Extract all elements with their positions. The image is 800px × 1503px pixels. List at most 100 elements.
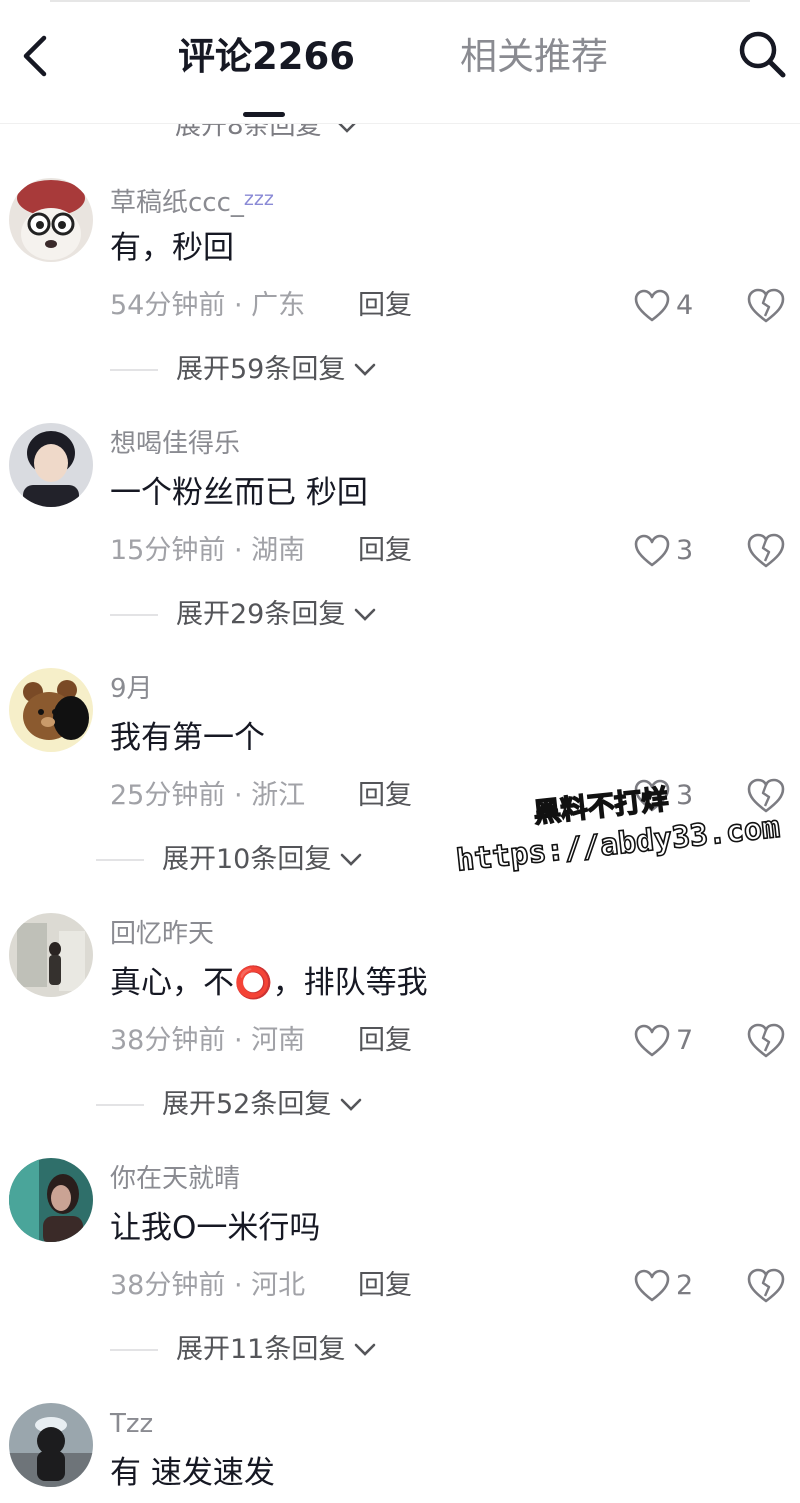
dislike-button[interactable] <box>746 776 786 816</box>
like-count: 3 <box>676 780 694 811</box>
like-button[interactable]: 3 <box>634 776 693 816</box>
dislike-button[interactable] <box>746 531 786 571</box>
like-button[interactable]: 3 <box>634 531 693 571</box>
meta-separator: · <box>233 290 252 321</box>
chevron-down-icon <box>341 853 362 866</box>
avatar[interactable] <box>9 668 93 752</box>
dislike-button[interactable] <box>746 1266 786 1306</box>
expand-replies-button[interactable]: 展开11条回复 <box>110 1330 377 1370</box>
dislike-button[interactable] <box>746 286 786 326</box>
expand-divider <box>110 1349 158 1351</box>
comment-location: 河南 <box>251 1025 306 1056</box>
expand-divider <box>110 369 158 371</box>
avatar[interactable] <box>9 913 93 997</box>
comment-meta: 38分钟前 · 河北 <box>110 1268 305 1304</box>
comment-text: 有 速发速发 <box>110 1455 275 1491</box>
expand-replies-label: 展开59条回复 <box>176 354 346 385</box>
avatar[interactable] <box>9 178 93 262</box>
like-button[interactable]: 4 <box>634 286 693 326</box>
expand-replies-label: 展开10条回复 <box>162 844 332 875</box>
comment-meta: 54分钟前 · 广东 <box>110 288 305 324</box>
search-icon <box>739 31 786 78</box>
comment-item: 9月 我有第一个 25分钟前 · 浙江 回复 3 展开10条回复 <box>0 668 800 913</box>
broken-heart-icon <box>747 1268 785 1303</box>
like-count: 7 <box>676 1025 694 1056</box>
like-count: 3 <box>676 535 694 566</box>
like-count: 4 <box>676 290 694 321</box>
back-button[interactable] <box>14 28 62 84</box>
heart-icon <box>634 534 670 567</box>
comment-location: 湖南 <box>251 535 306 566</box>
comment-text: 一个粉丝而已 秒回 <box>110 475 368 511</box>
comment-item: Tzz 有 速发速发 <box>0 1403 800 1503</box>
expand-replies-button[interactable]: 展开10条回复 <box>96 840 363 880</box>
reply-button[interactable]: 回复 <box>358 1023 412 1059</box>
top-nav-bar: 评论2266 相关推荐 <box>0 0 800 124</box>
tab-related-recommendations[interactable]: 相关推荐 <box>460 34 608 80</box>
search-button[interactable] <box>736 28 788 80</box>
comment-item: 想喝佳得乐 一个粉丝而已 秒回 15分钟前 · 湖南 回复 3 展开29条回复 <box>0 423 800 668</box>
comment-text: 让我O一米行吗 <box>110 1210 321 1246</box>
reply-button[interactable]: 回复 <box>358 778 412 814</box>
broken-heart-icon <box>747 1023 785 1058</box>
comment-item: 草稿纸ccc_zzz 有，秒回 54分钟前 · 广东 回复 4 展开59条回复 <box>0 178 800 423</box>
expand-replies-label: 展开29条回复 <box>176 599 346 630</box>
broken-heart-icon <box>747 288 785 323</box>
status-divider <box>50 0 750 2</box>
dislike-button[interactable] <box>746 1021 786 1061</box>
comment-location: 广东 <box>251 290 306 321</box>
meta-separator: · <box>233 535 252 566</box>
expand-divider <box>110 614 158 616</box>
username[interactable]: 想喝佳得乐 <box>110 427 240 461</box>
heart-icon <box>634 289 670 322</box>
comment-text: 有，秒回 <box>110 230 234 266</box>
avatar[interactable] <box>9 423 93 507</box>
comment-time: 38分钟前 <box>110 1270 226 1301</box>
comment-meta: 25分钟前 · 浙江 <box>110 778 305 814</box>
meta-separator: · <box>233 1025 252 1056</box>
tab-comments[interactable]: 评论2266 <box>178 34 355 80</box>
reply-button[interactable]: 回复 <box>358 533 412 569</box>
comment-time: 54分钟前 <box>110 290 226 321</box>
like-button[interactable]: 2 <box>634 1266 693 1306</box>
broken-heart-icon <box>747 533 785 568</box>
expand-replies-label: 展开11条回复 <box>176 1334 346 1365</box>
comment-time: 38分钟前 <box>110 1025 226 1056</box>
expand-divider <box>96 1104 144 1106</box>
expand-replies-label: 展开52条回复 <box>162 1089 332 1120</box>
comment-location: 河北 <box>251 1270 306 1301</box>
avatar[interactable] <box>9 1403 93 1487</box>
meta-separator: · <box>233 1270 252 1301</box>
sleeping-icon: zzz <box>243 188 274 210</box>
reply-button[interactable]: 回复 <box>358 1268 412 1304</box>
like-button[interactable]: 7 <box>634 1021 693 1061</box>
comment-text: 真心，不⭕，排队等我 <box>110 965 428 1001</box>
comment-meta: 15分钟前 · 湖南 <box>110 533 305 569</box>
comment-text: 我有第一个 <box>110 720 265 756</box>
chevron-down-icon <box>355 1343 376 1356</box>
chevron-down-icon <box>355 363 376 376</box>
comment-location: 浙江 <box>251 780 306 811</box>
comment-item: 回忆昨天 真心，不⭕，排队等我 38分钟前 · 河南 回复 7 展开52条回复 <box>0 913 800 1158</box>
comment-time: 15分钟前 <box>110 535 226 566</box>
username[interactable]: Tzz <box>110 1407 153 1441</box>
username[interactable]: 9月 <box>110 672 153 706</box>
chevron-down-icon <box>341 1098 362 1111</box>
expand-replies-button[interactable]: 展开59条回复 <box>110 350 377 390</box>
chevron-left-icon <box>23 35 47 77</box>
username[interactable]: 你在天就晴 <box>110 1162 240 1196</box>
like-count: 2 <box>676 1270 694 1301</box>
broken-heart-icon <box>747 778 785 813</box>
username[interactable]: 回忆昨天 <box>110 917 214 951</box>
expand-divider <box>96 859 144 861</box>
reply-button[interactable]: 回复 <box>358 288 412 324</box>
heart-icon <box>634 1024 670 1057</box>
active-tab-indicator <box>243 112 285 117</box>
heart-icon <box>634 779 670 812</box>
username[interactable]: 草稿纸ccc_zzz <box>110 182 274 220</box>
heart-icon <box>634 1269 670 1302</box>
expand-replies-button[interactable]: 展开29条回复 <box>110 595 377 635</box>
avatar[interactable] <box>9 1158 93 1242</box>
expand-replies-button[interactable]: 展开52条回复 <box>96 1085 363 1125</box>
meta-separator: · <box>233 780 252 811</box>
